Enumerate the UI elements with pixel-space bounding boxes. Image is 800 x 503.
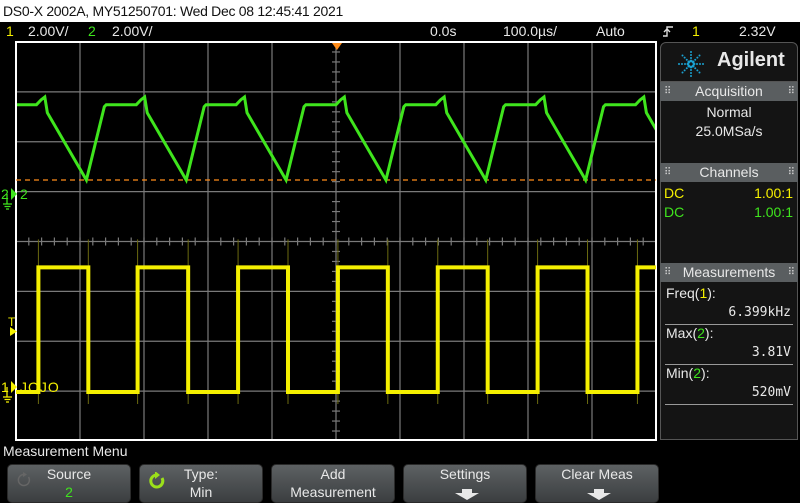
softkey-settings-label: Settings xyxy=(439,466,491,482)
waveform-display[interactable]: 2 2 T 1 JOJO xyxy=(0,41,660,441)
spark-dot xyxy=(699,63,701,65)
grip-icon: ⠿ xyxy=(664,267,671,278)
trigger-arrow-icon xyxy=(10,327,17,336)
brand-header: Agilent xyxy=(660,42,798,82)
spark-dot xyxy=(698,54,701,57)
softkey-source[interactable]: Source 2 xyxy=(7,464,131,503)
spark-dot xyxy=(681,71,684,74)
channels-header[interactable]: ⠿ Channels ⠿ xyxy=(660,163,798,182)
ch1-number[interactable]: 1 xyxy=(6,22,14,41)
spark-dot xyxy=(690,72,692,74)
meas-freq-label: Freq(1): xyxy=(666,285,716,301)
spark-dot xyxy=(696,63,698,65)
softkey-add-label2: Measurement xyxy=(290,484,376,500)
submenu-arrow-icon xyxy=(587,489,611,500)
ch1-label: JOJO xyxy=(20,379,60,395)
grip-icon: ⠿ xyxy=(664,167,671,178)
channels-title: Channels xyxy=(699,164,759,180)
side-panel: Agilent ⠿ Acquisition ⠿ Normal 25.0MSa/s… xyxy=(660,42,800,440)
spark-dot xyxy=(678,63,680,65)
softkey-source-label: Source xyxy=(46,466,92,482)
ch1-scale[interactable]: 2.00V/ xyxy=(28,22,68,41)
measurements-title: Measurements xyxy=(682,264,776,280)
spark-dot xyxy=(696,69,699,72)
ground-icon xyxy=(3,381,17,403)
title-bar: DS0-X 2002A, MY51250701: Wed Dec 08 12:4… xyxy=(0,0,800,22)
time-delay[interactable]: 0.0s xyxy=(430,22,456,41)
softkey-settings[interactable]: Settings xyxy=(403,464,527,503)
spark-dot xyxy=(690,69,692,71)
submenu-arrow-icon xyxy=(455,489,479,500)
spark-dot xyxy=(683,69,686,72)
spark-dot xyxy=(698,71,701,74)
softkey-clear-label: Clear Meas xyxy=(561,466,633,482)
softkey-type[interactable]: Type: Min xyxy=(139,464,263,503)
ch1-probe: 1.00:1 xyxy=(754,185,793,201)
spark-dot xyxy=(685,58,688,61)
softkey-add-measurement[interactable]: Add Measurement xyxy=(271,464,395,503)
trigger-source[interactable]: 1 xyxy=(692,22,700,41)
channels-body: DC 1.00:1 DC 1.00:1 xyxy=(660,182,798,263)
meas-min-label: Min(2): xyxy=(666,365,710,381)
softkey-type-value: Min xyxy=(189,484,213,500)
measurements-body: Freq(1): 6.399kHz Max(2): 3.81V Min(2): … xyxy=(660,282,798,440)
grip-icon: ⠿ xyxy=(787,167,795,178)
spark-dot xyxy=(681,63,683,65)
graticule xyxy=(15,41,657,441)
rising-edge-icon xyxy=(662,24,674,39)
ch2-scale[interactable]: 2.00V/ xyxy=(112,22,152,41)
brand-name: Agilent xyxy=(717,49,785,71)
grip-icon: ⠿ xyxy=(787,267,795,278)
spark-dot xyxy=(681,54,684,57)
spark-dot xyxy=(690,57,692,59)
spark-dot xyxy=(683,56,686,59)
agilent-spark-icon xyxy=(678,51,704,77)
spark-dot xyxy=(694,67,697,70)
menu-title: Measurement Menu xyxy=(3,443,128,459)
softkey-add-label1: Add xyxy=(320,466,346,482)
meas-freq-value: 6.399kHz xyxy=(728,305,791,320)
ground-icon xyxy=(3,188,17,210)
ch2-label: 2 xyxy=(20,186,28,202)
spark-dot xyxy=(694,58,697,61)
trigger-level[interactable]: 2.32V xyxy=(739,22,776,41)
acquisition-mode: Normal xyxy=(706,104,752,120)
trigger-position-marker xyxy=(332,43,342,50)
status-bar: 1 2.00V/ 2 2.00V/ 0.0s 100.0µs/ Auto 1 2… xyxy=(0,22,800,41)
spark-dot xyxy=(690,54,692,56)
sample-rate: 25.0MSa/s xyxy=(695,123,763,139)
meas-max-value: 3.81V xyxy=(751,345,791,360)
softkey-clear-meas[interactable]: Clear Meas xyxy=(535,464,659,503)
meas-max-label: Max(2): xyxy=(666,325,714,341)
spark-dot xyxy=(684,63,686,65)
ch2-waveform xyxy=(17,94,655,184)
divider xyxy=(665,404,793,405)
spark-dot xyxy=(685,67,688,70)
acquisition-body: Normal 25.0MSa/s xyxy=(660,101,798,163)
softkey-source-value: 2 xyxy=(65,484,73,500)
spark-dot xyxy=(690,75,692,77)
meas-min-value: 520mV xyxy=(751,385,791,400)
spark-dot xyxy=(690,51,692,53)
acquisition-title: Acquisition xyxy=(695,83,763,99)
spark-dot xyxy=(702,63,704,65)
acquisition-header[interactable]: ⠿ Acquisition ⠿ xyxy=(660,82,798,101)
grip-icon: ⠿ xyxy=(664,86,671,97)
ch2-number[interactable]: 2 xyxy=(88,22,96,41)
ch2-coupling: DC xyxy=(664,204,685,220)
softkey-type-label: Type: xyxy=(183,466,219,482)
time-scale[interactable]: 100.0µs/ xyxy=(503,22,557,41)
ch1-trace xyxy=(16,265,656,394)
ch1-coupling: DC xyxy=(664,185,685,201)
ch2-probe: 1.00:1 xyxy=(754,204,793,220)
spark-dot xyxy=(696,56,699,59)
measurements-header[interactable]: ⠿ Measurements ⠿ xyxy=(660,263,798,282)
trigger-mode[interactable]: Auto xyxy=(596,22,625,41)
ch2-trace xyxy=(17,94,655,184)
spark-dot xyxy=(691,60,695,64)
grip-icon: ⠿ xyxy=(787,86,795,97)
